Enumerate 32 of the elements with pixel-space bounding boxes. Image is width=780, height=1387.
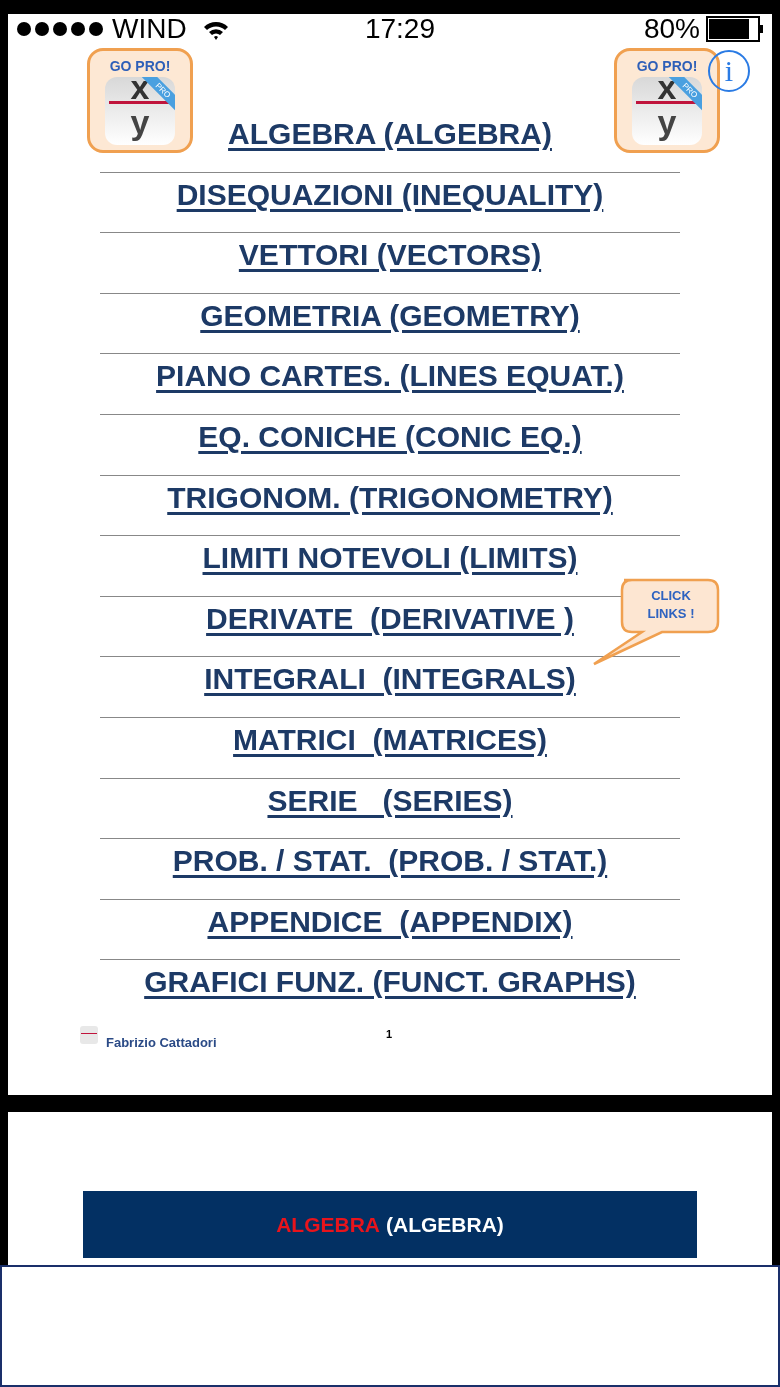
- numerator-text: x: [657, 77, 677, 101]
- time-text: 17:29: [363, 15, 436, 43]
- topic-link[interactable]: VETTORI (VECTORS): [238, 237, 542, 293]
- topic-link[interactable]: GRAFICI FUNZ. (FUNCT. GRAPHS): [144, 964, 636, 1021]
- carrier-name: WIND: [112, 15, 187, 43]
- author-name: Fabrizio Cattadori: [106, 1033, 217, 1052]
- topic-link[interactable]: INTEGRALI (INTEGRALS): [204, 661, 576, 717]
- numerator-text: x: [130, 77, 150, 101]
- banner-subtitle: (ALGEBRA): [386, 1211, 504, 1238]
- go-pro-label: GO PRO!: [109, 59, 171, 73]
- topic-link[interactable]: DISEQUAZIONI (INEQUALITY): [176, 176, 604, 233]
- battery-text: 80%: [643, 15, 700, 43]
- topic-link[interactable]: GEOMETRIA (GEOMETRY): [200, 297, 580, 354]
- topic-link[interactable]: PROB. / STAT. (PROB. / STAT.): [172, 843, 608, 899]
- topic-link[interactable]: EQ. CONICHE (CONIC EQ.): [198, 418, 582, 475]
- logo-icon: [80, 1025, 98, 1044]
- denominator-text: y: [130, 104, 150, 140]
- go-pro-label: GO PRO!: [636, 59, 698, 73]
- info-button[interactable]: i: [708, 50, 750, 92]
- topic-link[interactable]: ALGEBRA (ALGEBRA): [228, 116, 552, 172]
- denominator-text: y: [657, 104, 677, 140]
- topic-link[interactable]: SERIE (SERIES): [267, 782, 513, 839]
- topic-link[interactable]: DERIVATE (DERIVATIVE ): [206, 600, 574, 657]
- topic-link[interactable]: TRIGONOM. (TRIGONOMETRY): [167, 479, 613, 536]
- page-number: 1: [386, 1026, 393, 1042]
- callout-text: CLICK LINKS !: [646, 587, 696, 623]
- topic-link[interactable]: APPENDICE (APPENDIX): [207, 903, 573, 960]
- topic-link[interactable]: LIMITI NOTEVOLI (LIMITS): [202, 540, 578, 596]
- topic-link[interactable]: PIANO CARTES. (LINES EQUAT.): [156, 358, 624, 414]
- battery-icon: [706, 16, 764, 42]
- banner-title: ALGEBRA: [276, 1211, 380, 1238]
- topic-link[interactable]: MATRICI (MATRICES): [233, 721, 547, 778]
